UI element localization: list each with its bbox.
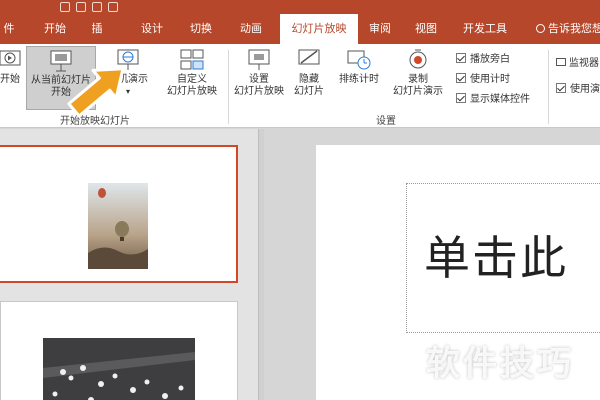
record-label-2: 幻灯片演示: [393, 86, 443, 97]
monitor-dropdown[interactable]: 监视器: [556, 54, 599, 69]
from-current-slide-button[interactable]: 从当前幻灯片 开始: [26, 46, 96, 110]
tab-slide-show[interactable]: 幻灯片放映: [280, 14, 358, 44]
tab-review[interactable]: 审阅: [360, 14, 400, 44]
chevron-down-icon[interactable]: ▾: [102, 86, 154, 98]
use-presenter-label: 使用演: [570, 84, 600, 95]
checkbox-checked: [456, 53, 466, 63]
custom-show-icon: [180, 49, 204, 70]
play-narration-label: 播放旁白: [470, 54, 510, 65]
play-slideshow-icon: [0, 50, 21, 66]
tab-file[interactable]: 件: [0, 14, 18, 44]
watermark-text: 软件技巧: [426, 344, 574, 384]
use-presenter-view-checkbox[interactable]: 使用演: [556, 80, 600, 95]
slide-thumbnail-2[interactable]: [0, 301, 238, 400]
rehearse-timings-button[interactable]: 排练计时: [334, 48, 384, 86]
use-timings-checkbox[interactable]: 使用计时: [456, 70, 510, 85]
tab-transitions[interactable]: 切换: [178, 14, 224, 44]
monitor-icon: [556, 58, 566, 66]
group-label-setup: 设置: [376, 116, 396, 127]
rehearse-icon: [347, 50, 371, 70]
hide-slide-icon: [298, 49, 320, 65]
title-placeholder-text: 单击此: [424, 231, 568, 285]
redo-icon[interactable]: [92, 2, 102, 12]
tell-me-text: 告诉我您想: [548, 22, 600, 35]
from-current-label-1: 从当前幻灯片: [31, 75, 91, 86]
use-timings-label: 使用计时: [470, 74, 510, 85]
play-narration-checkbox[interactable]: 播放旁白: [456, 50, 510, 65]
setup-label-1: 设置: [249, 74, 269, 85]
quick-access-toolbar: [60, 0, 118, 14]
balloon-photo-icon: [88, 183, 148, 269]
current-slide-icon: [50, 50, 72, 72]
setup-label-2: 幻灯片放映: [234, 86, 284, 97]
group-label-start-slideshow: 开始放映幻灯片: [60, 116, 130, 127]
from-current-label-2: 开始: [51, 87, 71, 98]
ribbon-body: 开始 从当前幻灯片 开始 联机演示 ▾ 自定义 幻灯片放映 开始放映幻灯片 设置…: [0, 44, 600, 128]
custom-show-label-1: 自定义: [177, 74, 207, 85]
tab-insert[interactable]: 插: [86, 14, 108, 44]
slide-thumbnail-pane[interactable]: [0, 129, 258, 400]
custom-show-label-2: 幻灯片放映: [167, 86, 217, 97]
save-icon[interactable]: [60, 2, 70, 12]
lightbulb-icon: [536, 24, 545, 33]
record-label-1: 录制: [408, 74, 428, 85]
tab-home[interactable]: 开始: [32, 14, 78, 44]
custom-slide-show-button[interactable]: 自定义 幻灯片放映: [160, 48, 224, 98]
tab-view[interactable]: 视图: [404, 14, 448, 44]
rehearse-label: 排练计时: [339, 74, 379, 85]
tab-developer[interactable]: 开发工具: [452, 14, 518, 44]
from-beginning-button[interactable]: 开始: [0, 48, 24, 86]
tab-animations[interactable]: 动画: [228, 14, 274, 44]
online-present-button[interactable]: 联机演示 ▾: [102, 48, 154, 98]
group-separator: [228, 50, 229, 124]
undo-icon[interactable]: [76, 2, 86, 12]
setup-show-icon: [248, 49, 270, 70]
group-separator: [548, 50, 549, 124]
tell-me-box[interactable]: 告诉我您想: [536, 14, 600, 44]
title-bar: [0, 0, 600, 14]
record-icon: [409, 49, 427, 69]
from-beginning-label: 开始: [0, 74, 20, 85]
show-media-label: 显示媒体控件: [470, 94, 530, 105]
tab-design[interactable]: 设计: [130, 14, 174, 44]
checkbox-checked: [556, 83, 566, 93]
online-present-label: 联机演示: [108, 74, 148, 85]
blossom-photo-icon: [43, 338, 195, 400]
checkbox-checked: [456, 73, 466, 83]
customize-qat-icon[interactable]: [108, 2, 118, 12]
checkbox-checked: [456, 93, 466, 103]
show-media-controls-checkbox[interactable]: 显示媒体控件: [456, 90, 530, 105]
hide-label-2: 幻灯片: [294, 86, 324, 97]
monitor-label: 监视器: [569, 58, 599, 69]
hide-slide-button[interactable]: 隐藏 幻灯片: [290, 48, 328, 98]
record-slide-show-button[interactable]: 录制 幻灯片演示: [386, 48, 450, 98]
ribbon-tabs: 件 开始 插 设计 切换 动画 幻灯片放映 审阅 视图 开发工具 告诉我您想: [0, 14, 600, 44]
online-present-icon: [117, 49, 139, 70]
hide-label-1: 隐藏: [299, 74, 319, 85]
setup-slide-show-button[interactable]: 设置 幻灯片放映: [230, 48, 288, 98]
slide-thumbnail-1[interactable]: [0, 145, 238, 283]
